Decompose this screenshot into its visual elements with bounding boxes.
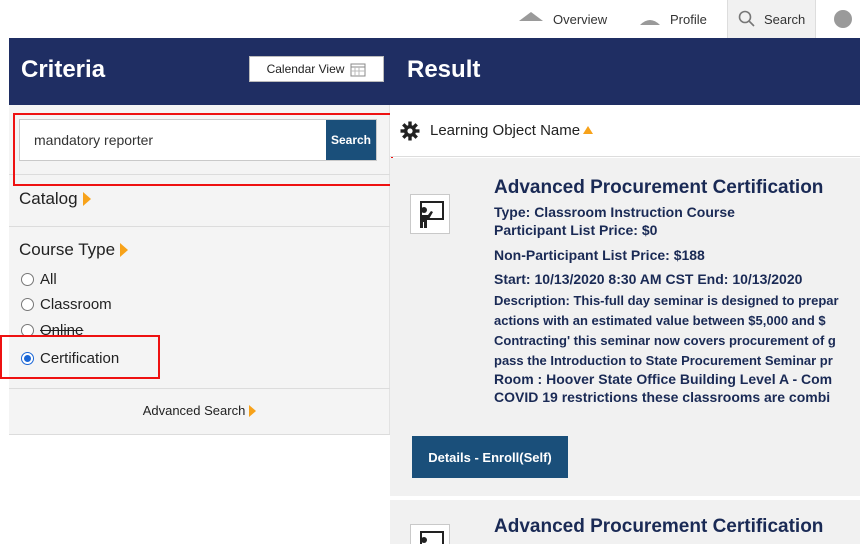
calendar-icon [350, 63, 366, 76]
calendar-view-label: Calendar View [266, 62, 345, 76]
expand-arrow-icon [249, 404, 257, 417]
result-type: Type: Classroom Instruction Course [494, 204, 735, 220]
result-covid-note: COVID 19 restrictions these classrooms a… [494, 389, 831, 405]
tab-search-label: Search [764, 11, 806, 27]
radio-classroom-label: Classroom [40, 296, 112, 313]
radio-certification[interactable]: Certification [21, 350, 119, 367]
gear-icon[interactable] [400, 121, 420, 141]
radio-classroom[interactable]: Classroom [21, 296, 112, 313]
course-type-toggle[interactable]: Course Type [19, 240, 129, 260]
search-icon [738, 10, 755, 27]
radio-all[interactable]: All [21, 271, 57, 288]
classroom-course-icon [410, 194, 450, 234]
catalog-label: Catalog [19, 189, 78, 208]
radio-classroom-circle[interactable] [21, 298, 34, 311]
result-non-participant-price: Non-Participant List Price: $188 [494, 247, 705, 263]
result-participant-price: Participant List Price: $0 [494, 222, 658, 238]
tab-overview-label: Overview [553, 11, 608, 27]
radio-online[interactable]: Online [21, 322, 83, 339]
header-bar: Criteria Calendar View Result [9, 38, 860, 105]
expand-arrow-icon [82, 192, 91, 206]
radio-online-circle[interactable] [21, 324, 34, 337]
tab-profile-label: Profile [670, 11, 707, 27]
result-title[interactable]: Advanced Procurement Certification [494, 516, 823, 538]
catalog-toggle[interactable]: Catalog [19, 189, 91, 209]
result-title[interactable]: Advanced Procurement Certification [494, 177, 823, 199]
result-description-line: actions with an estimated value between … [494, 313, 826, 328]
radio-certification-circle[interactable] [21, 352, 34, 365]
divider [9, 388, 390, 389]
tab-profile[interactable]: Profile [638, 0, 707, 38]
criteria-panel: Search Catalog Course Type All Classroom… [9, 105, 390, 435]
advanced-search-label: Advanced Search [142, 403, 246, 418]
search-button[interactable]: Search [326, 120, 376, 160]
radio-certification-label: Certification [40, 350, 120, 367]
result-card: Advanced Procurement Certification [390, 500, 860, 544]
divider [9, 226, 390, 227]
tab-overview[interactable]: Overview [517, 0, 607, 38]
divider [9, 174, 390, 175]
help-icon [834, 10, 852, 28]
search-box: Search [19, 119, 377, 161]
radio-online-label: Online [40, 322, 84, 339]
expand-arrow-icon [120, 243, 129, 257]
top-navigation: Overview Profile Search [0, 0, 860, 38]
classroom-course-icon [410, 524, 450, 544]
result-schedule: Start: 10/13/2020 8:30 AM CST End: 10/13… [494, 271, 803, 287]
sort-bar: Learning Object Name [390, 105, 860, 157]
sort-label-text: Learning Object Name [430, 122, 581, 139]
sort-learning-object-name[interactable]: Learning Object Name [430, 122, 594, 139]
tab-search[interactable]: Search [727, 0, 817, 38]
criteria-title: Criteria [21, 56, 106, 83]
tab-help[interactable] [833, 0, 853, 38]
search-input[interactable] [20, 120, 326, 160]
radio-all-circle[interactable] [21, 273, 34, 286]
result-card: Advanced Procurement Certification Type:… [390, 158, 860, 496]
result-title: Result [407, 56, 481, 83]
home-icon [519, 12, 543, 21]
calendar-view-button[interactable]: Calendar View [249, 56, 384, 82]
sort-ascending-icon [583, 126, 594, 134]
radio-all-label: All [40, 271, 57, 288]
advanced-search-link[interactable]: Advanced Search [9, 403, 390, 418]
result-description-line: Contracting' this seminar now covers pro… [494, 333, 836, 348]
details-enroll-button[interactable]: Details - Enroll(Self) [412, 436, 568, 478]
result-description-line: Description: This-full day seminar is de… [494, 293, 839, 308]
result-description-line: pass the Introduction to State Procureme… [494, 353, 833, 368]
user-icon [640, 20, 660, 25]
result-room: Room : Hoover State Office Building Leve… [494, 371, 833, 387]
course-type-label: Course Type [19, 240, 116, 259]
divider [9, 434, 390, 435]
